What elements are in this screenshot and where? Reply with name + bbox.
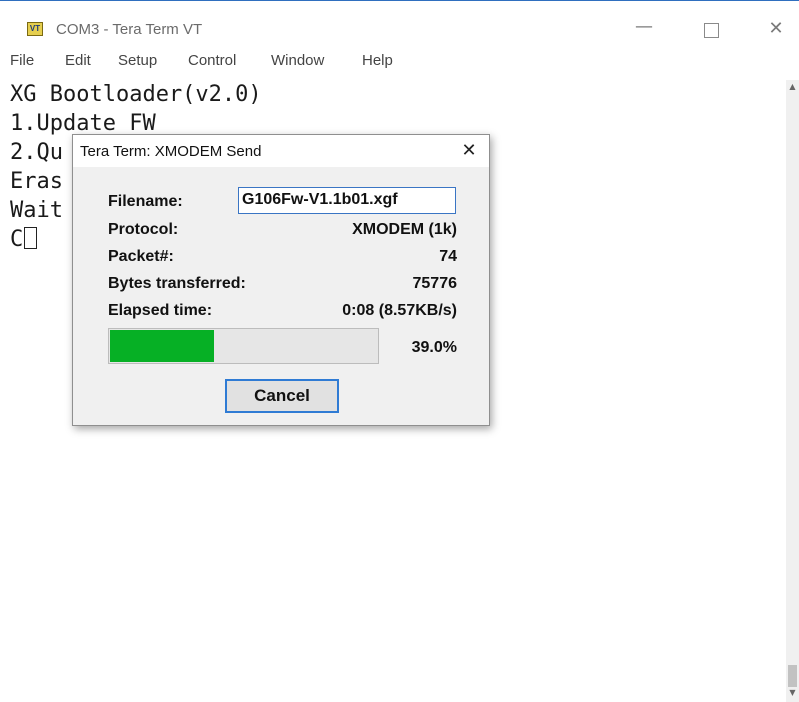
- window-title: COM3 - Tera Term VT: [56, 21, 203, 38]
- dialog-title-bar[interactable]: Tera Term: XMODEM Send ✕: [73, 135, 489, 167]
- terminal-line: Wait: [10, 198, 63, 223]
- tera-term-app-icon[interactable]: VT: [27, 22, 43, 36]
- close-window-button[interactable]: ✕: [756, 17, 796, 43]
- packet-value: 74: [439, 248, 457, 265]
- vertical-scrollbar[interactable]: ▲ ▼: [786, 80, 799, 702]
- bytes-transferred-value: 75776: [412, 275, 458, 292]
- menu-help[interactable]: Help: [362, 52, 393, 69]
- terminal-line: XG Bootloader(v2.0): [10, 82, 262, 107]
- filename-label: Filename:: [108, 193, 183, 210]
- terminal-line: Eras: [10, 169, 63, 194]
- xmodem-send-dialog: Tera Term: XMODEM Send ✕ Filename: G106F…: [72, 134, 490, 426]
- menu-file[interactable]: File: [10, 52, 34, 69]
- bytes-transferred-label: Bytes transferred:: [108, 275, 246, 292]
- terminal-line-text: C: [10, 227, 24, 252]
- tera-term-window: VT COM3 - Tera Term VT — ✕ File Edit Set…: [0, 0, 799, 702]
- progress-bar-fill: [110, 330, 214, 362]
- minimize-button[interactable]: —: [624, 17, 664, 43]
- filename-field[interactable]: G106Fw-V1.1b01.xgf: [238, 187, 456, 214]
- progress-bar: [108, 328, 379, 364]
- elapsed-time-value: 0:08 (8.57KB/s): [342, 302, 457, 319]
- elapsed-time-label: Elapsed time:: [108, 302, 213, 319]
- menu-bar: File Edit Setup Control Window Help: [0, 48, 799, 72]
- menu-window[interactable]: Window: [271, 52, 324, 69]
- progress-percent: 39.0%: [411, 339, 457, 356]
- cancel-button[interactable]: Cancel: [225, 379, 339, 413]
- menu-control[interactable]: Control: [188, 52, 236, 69]
- scroll-down-icon[interactable]: ▼: [786, 688, 799, 700]
- scrollbar-thumb[interactable]: [788, 665, 797, 687]
- maximize-icon: [703, 23, 719, 38]
- scroll-up-icon[interactable]: ▲: [786, 82, 799, 94]
- maximize-button[interactable]: [691, 17, 731, 43]
- terminal-line: 2.Qu: [10, 140, 63, 165]
- title-bar[interactable]: VT COM3 - Tera Term VT — ✕: [0, 0, 799, 43]
- menu-setup[interactable]: Setup: [118, 52, 157, 69]
- text-cursor-icon: [24, 227, 38, 249]
- protocol-label: Protocol:: [108, 221, 179, 238]
- terminal-line-cursor: C: [10, 225, 38, 255]
- dialog-close-button[interactable]: ✕: [451, 137, 487, 165]
- packet-label: Packet#:: [108, 248, 174, 265]
- menu-edit[interactable]: Edit: [65, 52, 91, 69]
- dialog-title: Tera Term: XMODEM Send: [80, 143, 262, 160]
- protocol-value: XMODEM (1k): [352, 221, 457, 238]
